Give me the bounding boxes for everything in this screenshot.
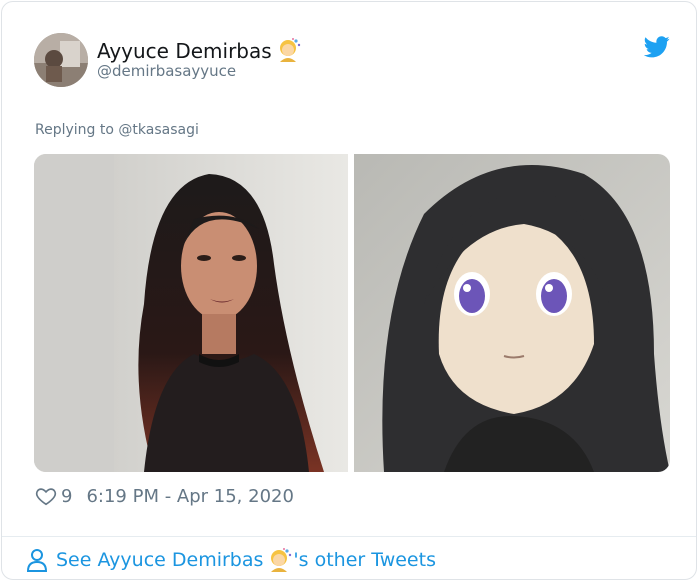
replying-to: Replying to @tkasasagi xyxy=(35,122,199,138)
see-more-suffix: 's other Tweets xyxy=(293,549,436,571)
author-name[interactable]: Ayyuce Demirbas xyxy=(97,36,302,64)
tweet-meta: 9 6:19 PM - Apr 15, 2020 xyxy=(35,485,294,507)
tweet-photo-1[interactable] xyxy=(34,154,348,472)
twitter-bird-icon[interactable] xyxy=(644,36,670,58)
avatar[interactable] xyxy=(34,33,88,87)
author-handle[interactable]: @demirbasayyuce xyxy=(97,62,236,80)
woman-artist-emoji xyxy=(271,548,292,572)
divider xyxy=(2,536,696,537)
heart-icon[interactable] xyxy=(35,485,57,507)
see-more-prefix: See Ayyuce Demirbas xyxy=(56,549,264,571)
tweet-card: Ayyuce Demirbas @demirbasayyuce Replying… xyxy=(1,1,697,580)
tweet-timestamp[interactable]: 6:19 PM - Apr 15, 2020 xyxy=(86,486,293,507)
author-name-text: Ayyuce Demirbas xyxy=(97,39,272,63)
replying-mention-link[interactable]: @tkasasagi xyxy=(118,122,198,138)
replying-prefix: Replying to xyxy=(35,122,114,138)
see-other-tweets-link[interactable]: See Ayyuce Demirbas 's other Tweets xyxy=(26,546,436,574)
person-icon xyxy=(26,549,48,572)
woman-artist-emoji xyxy=(279,38,300,62)
tweet-photo-2[interactable] xyxy=(354,154,670,472)
like-count[interactable]: 9 xyxy=(61,486,72,507)
